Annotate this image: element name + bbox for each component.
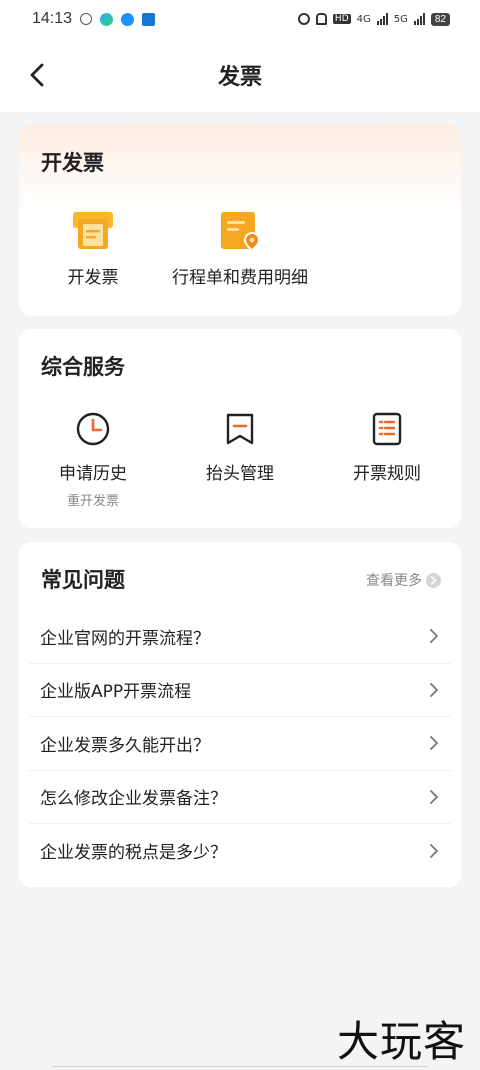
invoice-icon bbox=[73, 212, 113, 249]
chevron-right-icon bbox=[430, 682, 438, 697]
notification-play-icon bbox=[100, 12, 114, 26]
chevron-right-icon bbox=[430, 789, 438, 804]
tile-apply-history-sub: 重开发票 bbox=[66, 494, 119, 509]
faq-item-text: 企业发票的税点是多少？ bbox=[40, 843, 227, 864]
faq-item-text: 企业发票多久能开出？ bbox=[40, 735, 210, 756]
itinerary-icon bbox=[221, 212, 261, 251]
faq-item-text: 企业版APP开票流程 bbox=[40, 682, 192, 703]
tile-itinerary-details[interactable]: 行程单和费用明细 bbox=[167, 211, 313, 288]
faq-card-title: 常见问题 bbox=[41, 568, 125, 592]
invoice-card: 开发票 开发票 行程单和费用明细 bbox=[19, 125, 461, 316]
faq-item[interactable]: 企业发票多久能开出？ bbox=[29, 717, 451, 771]
status-right: HD 4G 5G 82 bbox=[297, 12, 450, 26]
tile-title-management-label: 抬头管理 bbox=[206, 464, 274, 484]
back-button[interactable] bbox=[22, 60, 52, 90]
rules-icon bbox=[372, 412, 402, 446]
watermark-text: 大玩客 bbox=[336, 1017, 466, 1066]
clock-icon bbox=[76, 412, 110, 446]
status-bar: 14:13 HD 4G 5G 82 bbox=[0, 0, 480, 38]
notification-app-icon bbox=[80, 13, 93, 25]
faq-item[interactable]: 怎么修改企业发票备注？ bbox=[29, 771, 451, 824]
faq-item[interactable]: 企业发票的税点是多少？ bbox=[29, 824, 451, 878]
faq-more-link[interactable]: 查看更多 bbox=[366, 570, 441, 590]
bookmark-icon bbox=[226, 413, 254, 445]
tile-issue-invoice[interactable]: 开发票 bbox=[53, 211, 133, 288]
chevron-right-icon bbox=[430, 736, 438, 751]
services-card-title: 综合服务 bbox=[41, 355, 125, 379]
network-5g-label: 5G bbox=[393, 13, 408, 25]
tile-apply-history-label: 申请历史 bbox=[59, 464, 127, 484]
tile-issue-invoice-label: 开发票 bbox=[67, 268, 119, 288]
notification-cloud-icon bbox=[121, 12, 135, 26]
services-card: 综合服务 申请历史 重开发票 抬头管理 开票规则 bbox=[19, 329, 461, 528]
battery-indicator: 82 bbox=[430, 12, 450, 26]
invoice-card-title: 开发票 bbox=[41, 151, 104, 175]
tile-invoice-rules[interactable]: 开票规则 bbox=[337, 411, 437, 484]
faq-item-text: 企业官网的开票流程？ bbox=[40, 628, 210, 649]
nav-bar: 发票 bbox=[0, 38, 480, 112]
alarm-icon bbox=[297, 13, 310, 25]
network-4g-label: 4G bbox=[356, 13, 371, 25]
tile-title-management[interactable]: 抬头管理 bbox=[190, 411, 290, 484]
faq-item[interactable]: 企业版APP开票流程 bbox=[29, 664, 451, 717]
tile-itinerary-details-label: 行程单和费用明细 bbox=[172, 268, 308, 288]
chevron-left-icon bbox=[30, 63, 44, 87]
notification-arrow-icon bbox=[142, 12, 156, 26]
chevron-right-icon bbox=[430, 629, 438, 644]
faq-item-text: 怎么修改企业发票备注？ bbox=[40, 789, 227, 810]
signal-icon bbox=[376, 13, 388, 25]
tile-invoice-rules-label: 开票规则 bbox=[353, 464, 421, 484]
chevron-right-icon bbox=[430, 843, 438, 858]
signal-2-icon bbox=[413, 13, 425, 25]
home-indicator bbox=[52, 1066, 428, 1070]
chevron-right-circle-icon bbox=[426, 572, 441, 588]
status-left: 14:13 bbox=[32, 10, 156, 28]
status-time: 14:13 bbox=[32, 10, 73, 27]
faq-card: 常见问题 查看更多 企业官网的开票流程？ 企业版APP开票流程 企业发票多久能开… bbox=[19, 542, 461, 887]
faq-list: 企业官网的开票流程？ 企业版APP开票流程 企业发票多久能开出？ 怎么修改企业发… bbox=[19, 610, 461, 878]
faq-item[interactable]: 企业官网的开票流程？ bbox=[29, 610, 451, 664]
tile-apply-history[interactable]: 申请历史 重开发票 bbox=[43, 411, 143, 509]
page-title: 发票 bbox=[217, 65, 262, 90]
hd-label: HD bbox=[332, 14, 351, 24]
mute-icon bbox=[315, 13, 327, 25]
faq-more-label: 查看更多 bbox=[366, 573, 422, 589]
